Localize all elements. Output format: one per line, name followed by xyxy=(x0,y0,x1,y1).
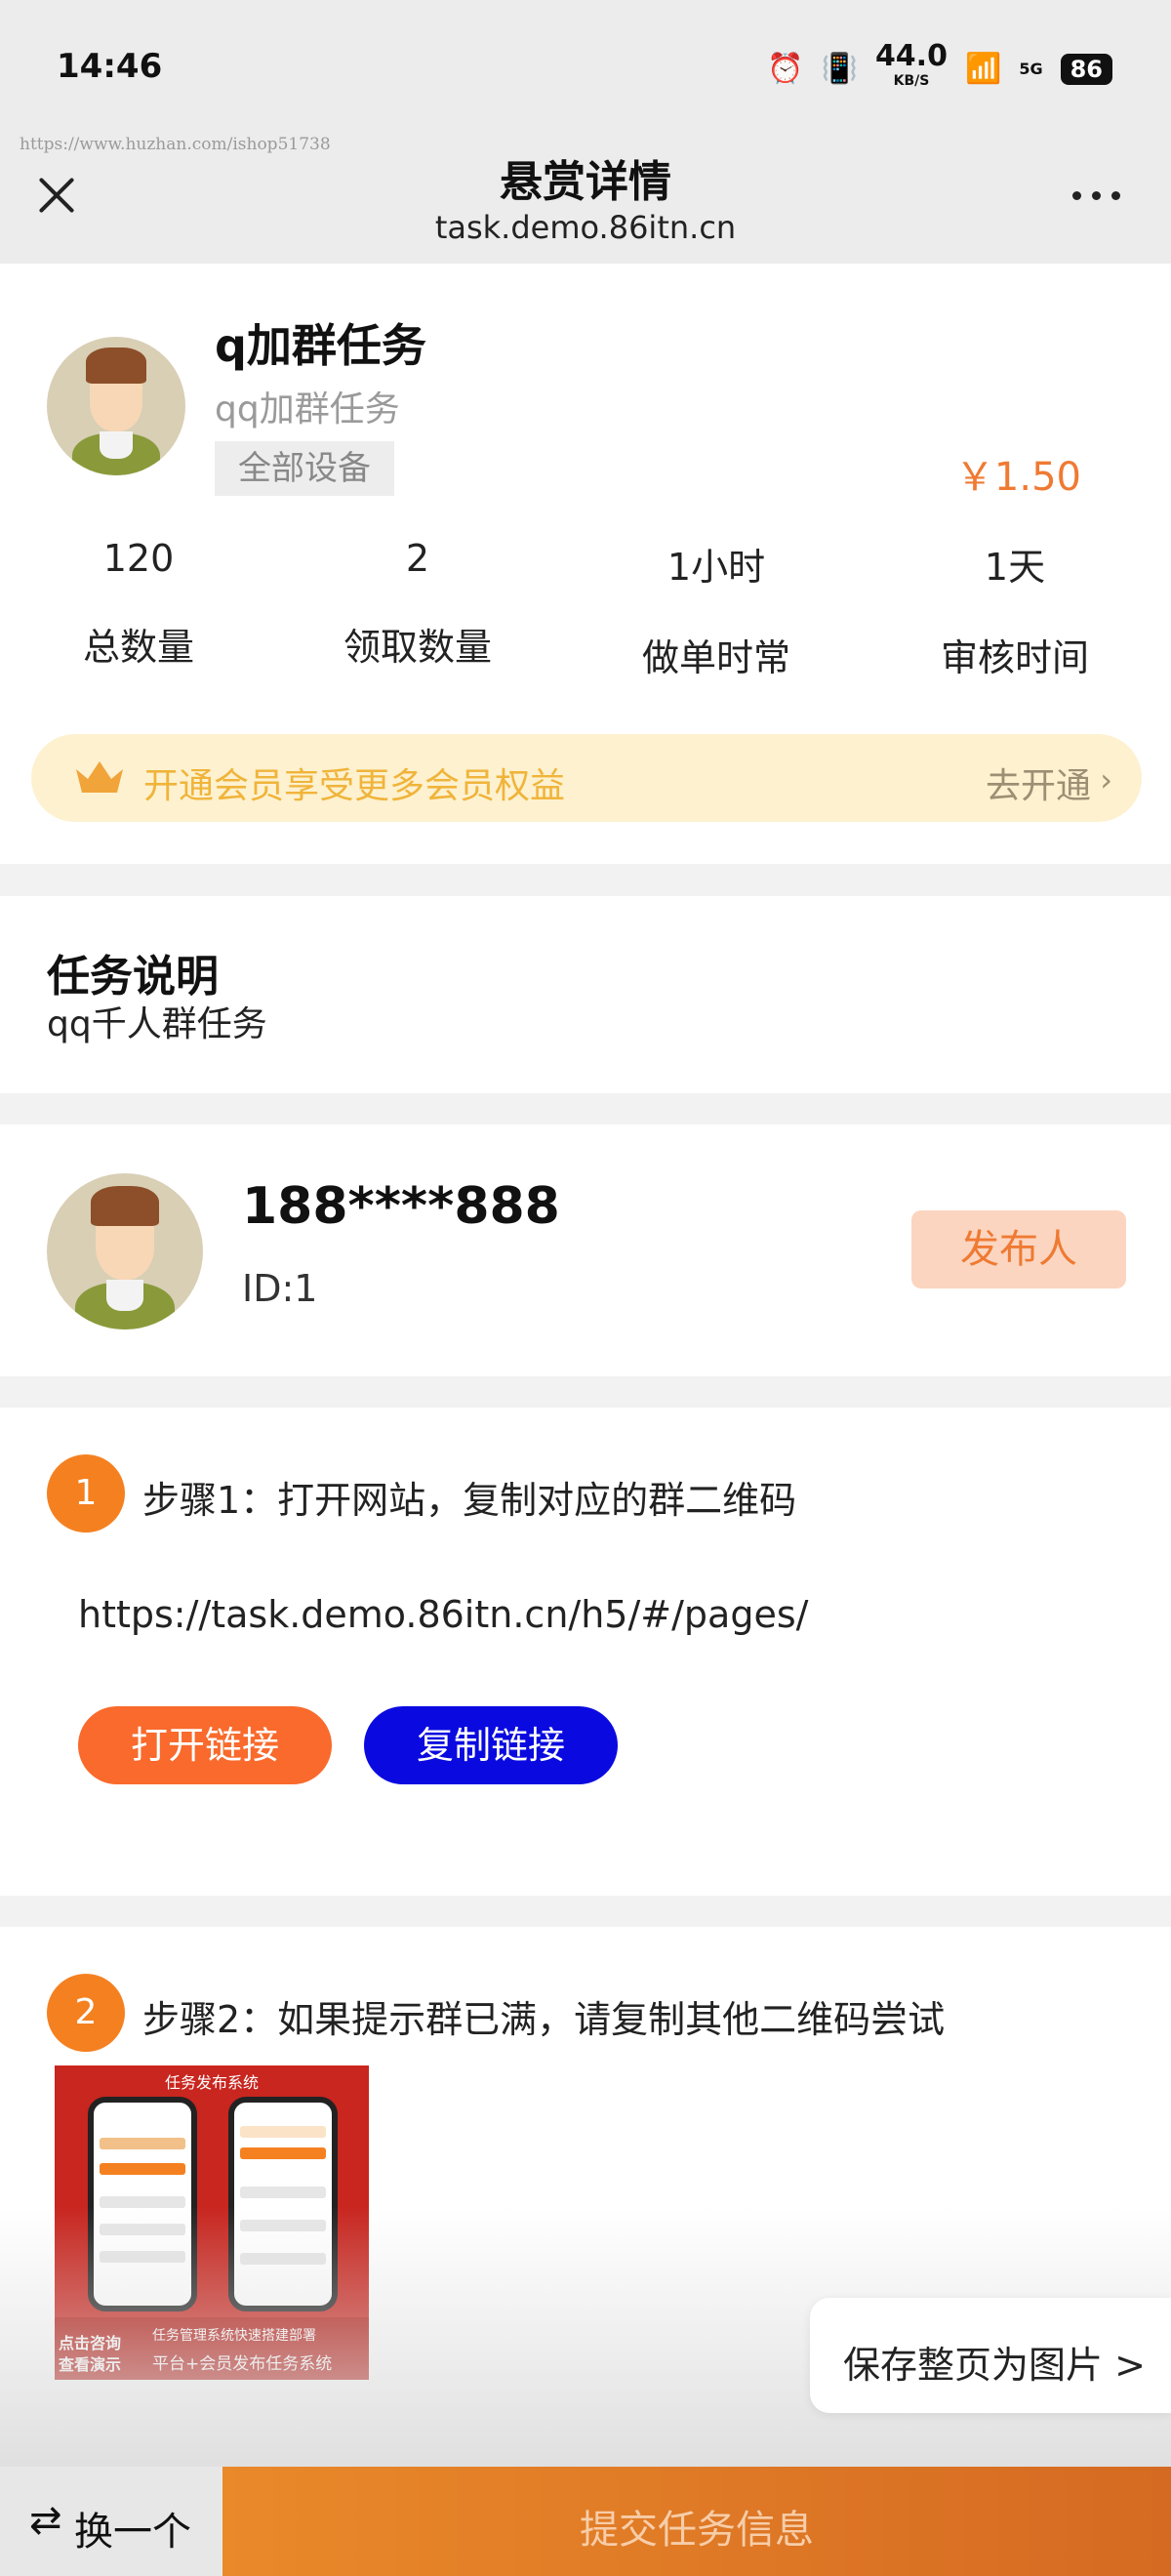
stat-total: 120 总数量 xyxy=(21,537,256,671)
vip-text: 开通会员享受更多会员权益 xyxy=(143,766,566,806)
promo-side-text: 点击咨询 查看演示 xyxy=(59,2333,121,2376)
step-text: 步骤2：如果提示群已满，请复制其他二维码尝试 xyxy=(142,1998,946,2041)
publisher-badge: 发布人 xyxy=(911,1210,1126,1288)
promo-phone xyxy=(228,2097,338,2311)
stat-label: 做单时常 xyxy=(641,636,790,679)
copy-link-button[interactable]: 复制链接 xyxy=(364,1706,618,1784)
save-page-button[interactable]: 保存整页为图片 > xyxy=(810,2298,1171,2413)
step-text: 步骤1：打开网站，复制对应的群二维码 xyxy=(142,1479,797,1522)
status-time: 14:46 xyxy=(57,47,163,86)
promo-banner: 任务管理系统快速搭建部署 xyxy=(152,2328,316,2344)
stat-label: 领取数量 xyxy=(343,626,492,669)
step-1-card: 1 步骤1：打开网站，复制对应的群二维码 https://task.demo.8… xyxy=(0,1408,1171,1896)
stat-value: 1天 xyxy=(984,546,1046,589)
status-bar: 14:46 ⏰ 📳 44.0 KB/S 📶 5G 86 xyxy=(0,0,1171,137)
status-icons: ⏰ 📳 44.0 KB/S 📶 5G 86 xyxy=(767,42,1112,91)
submit-label: 提交任务信息 xyxy=(580,2508,814,2553)
wifi-icon: 📶 xyxy=(964,52,1002,86)
promo-phone xyxy=(88,2097,197,2311)
step-url: https://task.demo.86itn.cn/h5/#/pages/ xyxy=(78,1593,809,1636)
step-number: 1 xyxy=(47,1454,125,1533)
stat-claimed: 2 领取数量 xyxy=(301,537,535,671)
stat-label: 审核时间 xyxy=(940,636,1089,679)
signal-label: 5G xyxy=(1019,60,1043,78)
vip-open-link[interactable]: 去开通 xyxy=(986,757,1091,808)
battery-indicator: 86 xyxy=(1060,53,1112,85)
step-image[interactable]: 任务发布系统 点击咨询 查看演示 任务管理系统快速搭建部署 平台+会员发布任务系… xyxy=(55,2065,369,2380)
publisher-card: 188****888 ID:1 发布人 xyxy=(0,1124,1171,1376)
page-domain: task.demo.86itn.cn xyxy=(434,209,737,246)
more-icon[interactable] xyxy=(1072,191,1120,200)
stat-duration: 1小时 做单时常 xyxy=(599,537,833,681)
swap-label: 换一个 xyxy=(74,2510,191,2555)
alarm-icon: ⏰ xyxy=(767,52,804,86)
submit-task-button[interactable]: 提交任务信息 xyxy=(222,2467,1171,2576)
stat-value: 120 xyxy=(102,537,175,580)
promo-main: 平台+会员发布任务系统 xyxy=(152,2354,333,2374)
stat-value: 1小时 xyxy=(666,546,766,589)
page-title: 悬赏详情 xyxy=(500,157,671,207)
promo-side-line2: 查看演示 xyxy=(59,2355,122,2374)
network-speed: 44.0 KB/S xyxy=(875,42,948,91)
task-description-card: 任务说明 qq千人群任务 xyxy=(0,896,1171,1093)
swap-icon: ⇄ xyxy=(29,2498,62,2543)
promo-title: 任务发布系统 xyxy=(164,2073,259,2092)
crown-icon xyxy=(76,761,123,793)
task-subtitle: qq加群任务 xyxy=(215,389,400,429)
publisher-avatar xyxy=(47,1173,203,1329)
top-area: 14:46 ⏰ 📳 44.0 KB/S 📶 5G 86 https://www.… xyxy=(0,0,1171,264)
network-speed-unit: KB/S xyxy=(893,73,930,89)
open-link-button[interactable]: 打开链接 xyxy=(78,1706,332,1784)
task-summary-card: q加群任务 qq加群任务 全部设备 ￥1.50 120 总数量 2 领取数量 1… xyxy=(0,264,1171,864)
save-page-label: 保存整页为图片 > xyxy=(843,2344,1146,2387)
stat-review-time: 1天 审核时间 xyxy=(898,537,1132,681)
publisher-id: ID:1 xyxy=(242,1267,318,1310)
task-avatar xyxy=(47,337,185,475)
stat-value: 2 xyxy=(405,537,430,580)
swap-button[interactable]: ⇄ 换一个 xyxy=(0,2467,222,2576)
promo-side-line1: 点击咨询 xyxy=(59,2334,122,2352)
task-title: q加群任务 xyxy=(215,319,426,372)
description-text: qq千人群任务 xyxy=(47,1004,267,1044)
step-number: 2 xyxy=(47,1974,125,2052)
stat-label: 总数量 xyxy=(82,626,194,669)
chevron-right-icon: › xyxy=(1100,761,1112,798)
vibrate-icon: 📳 xyxy=(821,52,858,86)
publisher-name: 188****888 xyxy=(242,1177,560,1236)
description-title: 任务说明 xyxy=(47,952,219,1002)
bottom-bar: ⇄ 换一个 提交任务信息 xyxy=(0,2467,1171,2576)
task-price: ￥1.50 xyxy=(954,455,1081,500)
vip-banner[interactable]: 开通会员享受更多会员权益 去开通 › xyxy=(31,734,1142,822)
network-speed-value: 44.0 xyxy=(874,39,948,73)
device-tag: 全部设备 xyxy=(215,441,394,496)
